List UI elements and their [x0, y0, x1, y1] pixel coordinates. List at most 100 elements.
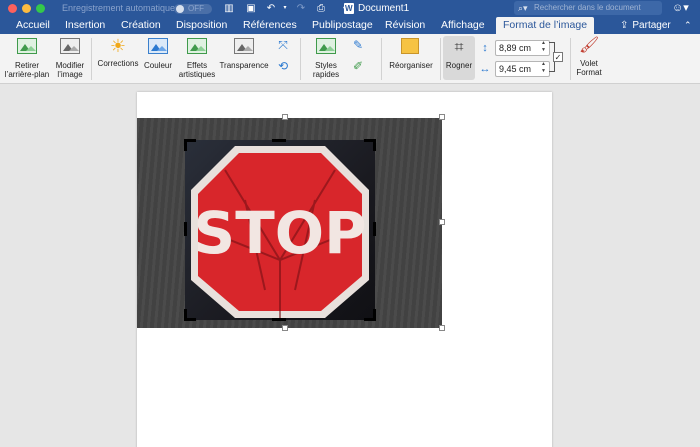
- crop-handle-top[interactable]: [272, 139, 286, 142]
- ribbon: Retirer l’arrière-plan Modifier l’image …: [0, 34, 700, 84]
- width-icon: ↔: [479, 63, 491, 75]
- crop-handle-right[interactable]: [373, 222, 376, 236]
- resize-handle-top[interactable]: [282, 114, 288, 120]
- ribbon-separator: [381, 38, 382, 80]
- crop-icon: ⌗: [454, 39, 464, 56]
- corrections-button[interactable]: ☀ Corrections: [96, 36, 140, 68]
- picture-border-icon[interactable]: ✎: [350, 38, 366, 52]
- remove-background-label-1: Retirer: [14, 61, 39, 70]
- tab-disposition[interactable]: Disposition: [176, 17, 227, 34]
- ribbon-tabs: Accueil Insertion Création Disposition R…: [0, 17, 700, 34]
- format-pane-label-1: Volet: [580, 59, 598, 68]
- close-window-button[interactable]: [8, 4, 17, 13]
- quick-styles-label-2: rapides: [312, 70, 340, 79]
- print-icon[interactable]: ⎙: [314, 2, 328, 15]
- ribbon-separator: [91, 38, 92, 80]
- tab-publipostage[interactable]: Publipostage: [312, 17, 373, 34]
- height-icon: ↕: [482, 42, 488, 54]
- reset-picture-icon[interactable]: ⟲: [275, 59, 291, 73]
- tab-accueil[interactable]: Accueil: [16, 17, 50, 34]
- share-button[interactable]: ⇪ Partager: [620, 17, 671, 34]
- crop-label: Rogner: [445, 61, 473, 70]
- modify-image-label-1: Modifier: [55, 61, 85, 70]
- color-label: Couleur: [143, 61, 172, 70]
- document-title: Document1: [358, 3, 410, 14]
- modify-image-label-2: l’image: [57, 70, 83, 79]
- arrange-icon: [401, 38, 421, 58]
- share-label: Partager: [632, 20, 671, 31]
- search-icon: ⌕▾: [518, 3, 528, 13]
- paintbrush-icon: 🖌: [579, 37, 600, 54]
- format-pane-label-2: Format: [576, 68, 602, 77]
- crop-handle-bottom-right[interactable]: [364, 309, 376, 321]
- remove-background-label-2: l’arrière-plan: [4, 70, 50, 79]
- tab-references[interactable]: Références: [243, 17, 297, 34]
- sidebar-icon[interactable]: ▥: [222, 2, 236, 15]
- resize-handle-bottom[interactable]: [282, 325, 288, 331]
- corrections-sun-icon: ☀: [109, 36, 127, 56]
- crop-handle-top-right[interactable]: [364, 139, 376, 151]
- title-bar: Enregistrement automatique OFF ▥ ▣ ↶ ▾ ↷…: [0, 0, 700, 17]
- ribbon-separator: [440, 38, 441, 80]
- stop-text: STOP: [193, 199, 366, 267]
- search-box[interactable]: ⌕▾ Rechercher dans le document: [514, 1, 662, 15]
- transparency-icon: [234, 38, 254, 58]
- arrange-label: Réorganiser: [389, 61, 433, 70]
- autosave-toggle[interactable]: OFF: [174, 4, 212, 14]
- corrections-label: Corrections: [97, 59, 139, 68]
- tab-format-image[interactable]: Format de l’image: [496, 17, 595, 34]
- modify-image-icon: [60, 38, 80, 58]
- search-placeholder: Rechercher dans le document: [534, 3, 641, 12]
- lock-aspect-checkbox[interactable]: ✓: [553, 52, 563, 62]
- tab-affichage[interactable]: Affichage: [441, 17, 485, 34]
- artistic-effects-label-1: Effets: [186, 61, 208, 70]
- crop-handle-bottom-left[interactable]: [184, 309, 196, 321]
- artistic-effects-label-2: artistiques: [178, 70, 216, 79]
- feedback-smiley-icon[interactable]: ☺▾: [672, 1, 689, 16]
- cropped-image[interactable]: STOP: [185, 140, 375, 320]
- undo-dropdown-icon[interactable]: ▾: [278, 2, 292, 15]
- arrange-button[interactable]: Réorganiser: [386, 36, 436, 70]
- quick-styles-button[interactable]: Styles rapides: [305, 36, 347, 79]
- quick-styles-label-1: Styles: [315, 61, 337, 70]
- modify-image-button[interactable]: Modifier l’image: [52, 36, 88, 79]
- stop-sign-image: STOP: [191, 146, 369, 318]
- ribbon-separator: [300, 38, 301, 80]
- format-pane-button[interactable]: 🖌 Volet Format: [572, 36, 606, 77]
- artistic-effects-icon: [187, 38, 207, 58]
- crop-handle-top-left[interactable]: [184, 139, 196, 151]
- tab-revision[interactable]: Révision: [385, 17, 425, 34]
- quick-styles-icon: [316, 38, 336, 58]
- undo-icon[interactable]: ↶: [264, 2, 278, 15]
- transparency-label: Transparence: [219, 61, 269, 70]
- redo-icon[interactable]: ↷: [294, 2, 308, 15]
- minimize-window-button[interactable]: [22, 4, 31, 13]
- collapse-ribbon-icon[interactable]: ⌃: [684, 17, 692, 34]
- resize-handle-right[interactable]: [439, 219, 445, 225]
- color-icon: [148, 38, 168, 58]
- tab-creation[interactable]: Création: [121, 17, 161, 34]
- artistic-effects-button[interactable]: Effets artistiques: [176, 36, 218, 79]
- toggle-state-label: OFF: [188, 4, 204, 13]
- autosave-label: Enregistrement automatique: [62, 3, 176, 13]
- transparency-button[interactable]: Transparence: [218, 36, 270, 70]
- remove-background-icon: [17, 38, 37, 58]
- tab-insertion[interactable]: Insertion: [65, 17, 105, 34]
- resize-handle-bottom-right[interactable]: [439, 325, 445, 331]
- compress-pictures-icon[interactable]: ⤧: [275, 38, 291, 52]
- crop-button[interactable]: ⌗ Rogner: [443, 36, 475, 80]
- share-icon: ⇪: [620, 20, 629, 31]
- ribbon-separator: [570, 38, 571, 80]
- resize-handle-top-right[interactable]: [439, 114, 445, 120]
- picture-effects-icon[interactable]: ✐: [350, 59, 366, 73]
- save-icon[interactable]: ▣: [244, 2, 258, 15]
- maximize-window-button[interactable]: [36, 4, 45, 13]
- height-stepper[interactable]: ▲ ▼: [538, 40, 549, 56]
- crop-handle-bottom[interactable]: [272, 318, 286, 321]
- toggle-knob: [176, 5, 184, 13]
- word-document-icon: [344, 3, 354, 14]
- color-button[interactable]: Couleur: [140, 36, 176, 70]
- remove-background-button[interactable]: Retirer l’arrière-plan: [2, 36, 52, 79]
- crop-handle-left[interactable]: [184, 222, 187, 236]
- width-stepper[interactable]: ▲ ▼: [538, 61, 549, 77]
